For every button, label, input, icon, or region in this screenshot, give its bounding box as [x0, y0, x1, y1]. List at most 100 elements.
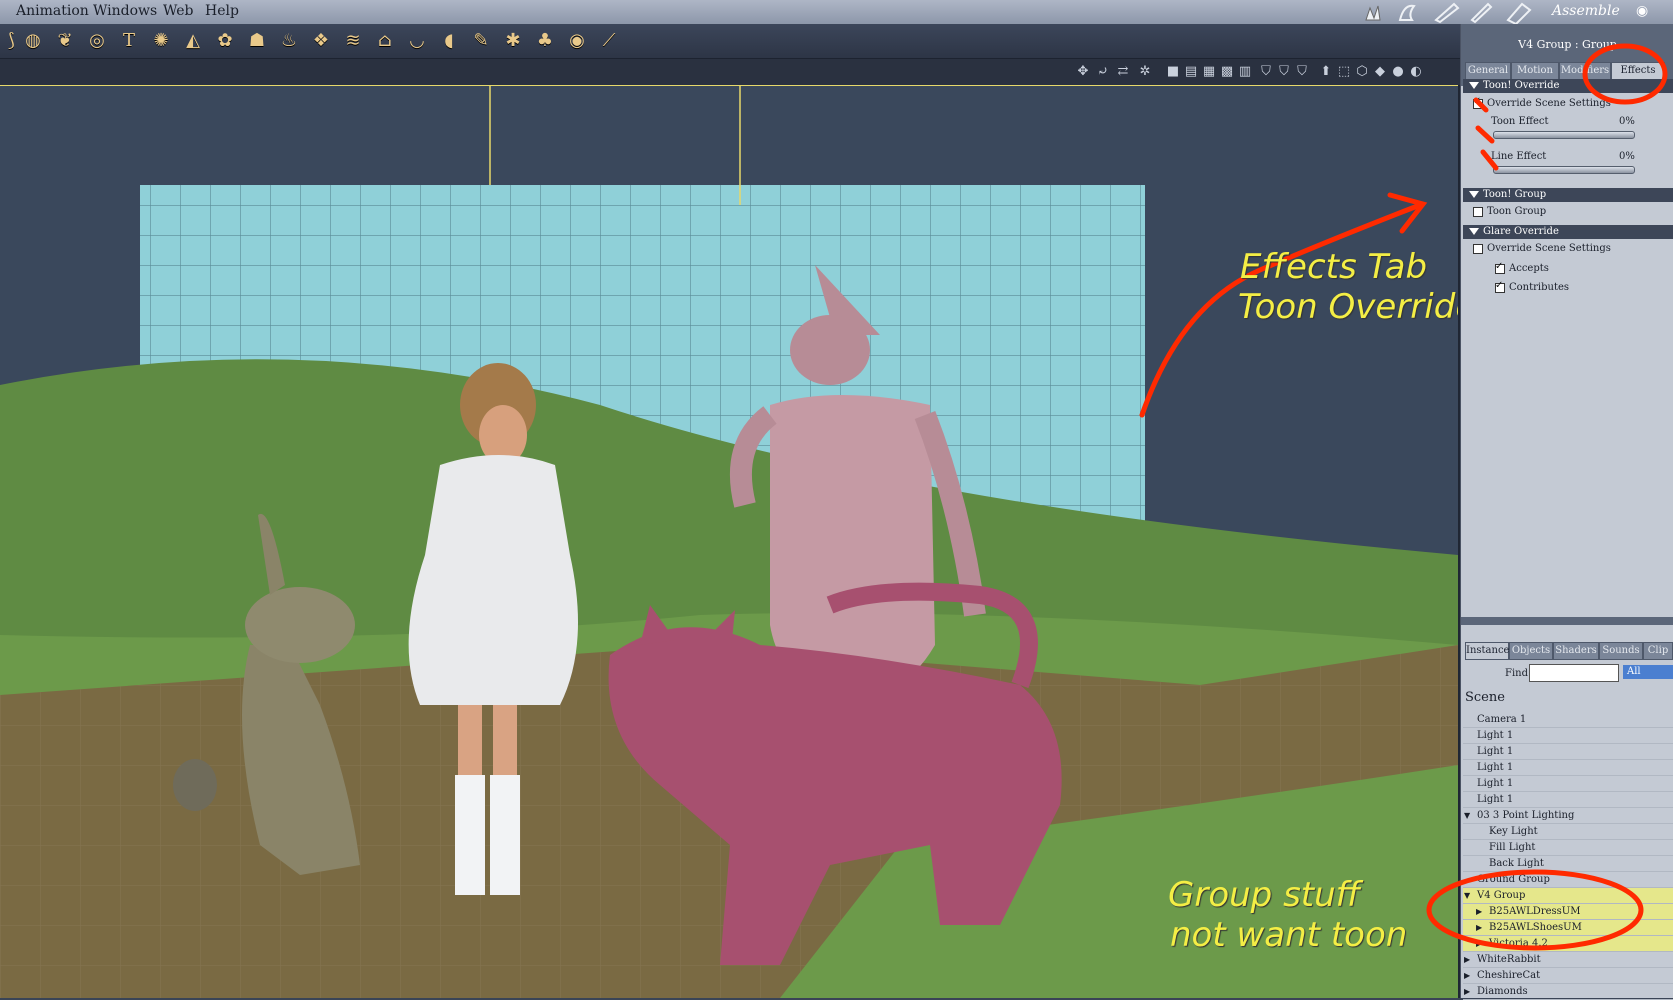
expand-closed-icon[interactable]: ▶ — [1464, 968, 1470, 983]
layout-side-icon[interactable]: ▥ — [1237, 64, 1253, 80]
tab-sounds[interactable]: Sounds — [1599, 642, 1643, 660]
tree-row[interactable]: Ground Group — [1463, 872, 1673, 888]
tree-row[interactable]: Light 1 — [1463, 744, 1673, 760]
tab-shaders[interactable]: Shaders — [1553, 642, 1599, 660]
solid-cube-icon[interactable]: ◆ — [1372, 64, 1388, 80]
3d-viewport[interactable]: Effects Tab Toon Override Group stuff no… — [0, 85, 1460, 998]
menu-web[interactable]: Web — [163, 3, 194, 19]
tab-instances[interactable]: Instances — [1465, 642, 1515, 660]
house-icon[interactable]: ⌂ — [374, 30, 396, 52]
contributes-checkbox[interactable] — [1495, 279, 1505, 293]
tree-row[interactable]: Light 1 — [1463, 792, 1673, 808]
smooth-sphere-icon[interactable]: ● — [1390, 64, 1406, 80]
expand-closed-icon[interactable]: ▶ — [1464, 952, 1470, 967]
tab-general[interactable]: General — [1465, 62, 1511, 80]
torus-icon[interactable]: ◎ — [86, 30, 108, 52]
contributes-row[interactable]: Contributes — [1495, 279, 1569, 295]
flame-icon[interactable]: ♨ — [278, 30, 300, 52]
tree-row[interactable]: Light 1 — [1463, 728, 1673, 744]
bone-icon[interactable]: ⟋ — [598, 30, 620, 52]
toon-override-header[interactable]: Toon! Override — [1463, 79, 1673, 93]
find-input[interactable] — [1529, 664, 1619, 682]
expand-open-icon[interactable]: ▼ — [1464, 808, 1470, 823]
camera-rotate-icon[interactable]: ⤾ — [1095, 64, 1111, 80]
tree-row[interactable]: ▶ B25AWLShoesUM — [1463, 920, 1673, 936]
layout-quad-icon[interactable]: ▦ — [1201, 64, 1217, 80]
tree-row[interactable]: Key Light — [1463, 824, 1673, 840]
tree-row[interactable]: Fill Light — [1463, 840, 1673, 856]
accepts-checkbox[interactable] — [1495, 260, 1505, 274]
line-effect-slider[interactable] — [1493, 166, 1635, 174]
duck-icon[interactable]: ❦ — [54, 30, 76, 52]
sphere-icon[interactable]: ◍ — [22, 30, 44, 52]
plant-icon[interactable]: ✿ — [214, 30, 236, 52]
tree-row[interactable]: ▶ B25AWLDressUM — [1463, 904, 1673, 920]
textured-sphere-icon[interactable]: ◐ — [1408, 64, 1424, 80]
glare-override-header[interactable]: Glare Override — [1463, 225, 1673, 239]
tree-row[interactable]: Camera 1 — [1463, 712, 1673, 728]
layout-split-icon[interactable]: ▤ — [1183, 64, 1199, 80]
toon-group-row[interactable]: Toon Group — [1473, 205, 1546, 219]
menu-animation[interactable]: Animation — [16, 3, 89, 19]
spider-icon[interactable]: ✱ — [502, 30, 524, 52]
expand-closed-icon[interactable]: ▶ — [1476, 904, 1482, 919]
toon-group-header[interactable]: Toon! Group — [1463, 188, 1673, 202]
gear-icon[interactable]: ✺ — [150, 30, 172, 52]
toon-override-scene-settings-row[interactable]: Override Scene Settings — [1473, 95, 1611, 111]
brush-room-icon[interactable] — [1470, 2, 1493, 24]
tree-row[interactable]: ▶ CheshireCat — [1463, 968, 1673, 984]
expand-closed-icon[interactable]: ▶ — [1476, 936, 1482, 951]
expand-open-icon[interactable]: ▼ — [1464, 888, 1470, 903]
camera-move-icon[interactable]: ✥ — [1075, 64, 1091, 80]
shield-2-icon[interactable]: ⛉ — [1276, 64, 1292, 80]
tab-modifiers[interactable]: Modifiers — [1559, 62, 1611, 80]
ruler-room-icon[interactable] — [1506, 2, 1532, 24]
brush-icon[interactable]: ✎ — [470, 30, 492, 52]
toon-group-checkbox[interactable] — [1473, 206, 1483, 217]
toolbar-edge-icon[interactable]: ⟆ — [0, 30, 22, 52]
panel-splitter[interactable] — [1461, 617, 1673, 625]
hat-icon[interactable]: ☗ — [246, 30, 268, 52]
arrow-up-icon[interactable]: ⬆ — [1318, 64, 1334, 80]
tree-row[interactable]: Light 1 — [1463, 776, 1673, 792]
eye-icon[interactable]: ◉ — [1636, 3, 1648, 19]
layout-grid-icon[interactable]: ▩ — [1219, 64, 1235, 80]
target-icon[interactable]: ◉ — [566, 30, 588, 52]
gizmo-icon[interactable]: ✲ — [1137, 64, 1153, 80]
tab-clip[interactable]: Clip — [1643, 642, 1673, 660]
layout-single-icon[interactable]: ■ — [1165, 64, 1181, 80]
bounding-box-icon[interactable]: ⬚ — [1336, 64, 1352, 80]
tree-row[interactable]: Light 1 — [1463, 760, 1673, 776]
menu-help[interactable]: Help — [205, 3, 239, 19]
expand-closed-icon[interactable]: ▶ — [1464, 984, 1470, 999]
hand-room-icon[interactable] — [1365, 5, 1381, 21]
glare-override-checkbox[interactable] — [1473, 243, 1483, 254]
filter-select[interactable]: All — [1623, 665, 1673, 679]
bowl-icon[interactable]: ◡ — [406, 30, 428, 52]
tree-row[interactable]: Back Light — [1463, 856, 1673, 872]
toon-override-checkbox[interactable] — [1473, 95, 1483, 109]
water-icon[interactable]: ≋ — [342, 30, 364, 52]
glare-override-scene-settings-row[interactable]: Override Scene Settings — [1473, 242, 1611, 256]
accepts-row[interactable]: Accepts — [1495, 260, 1549, 276]
tree-row[interactable]: ▼ V4 Group — [1463, 888, 1673, 904]
tab-objects[interactable]: Objects — [1509, 642, 1553, 660]
menu-windows[interactable]: Windows — [93, 3, 157, 19]
toon-effect-slider[interactable] — [1493, 131, 1635, 139]
tree-icon[interactable]: ♣ — [534, 30, 556, 52]
text-t-icon[interactable]: T — [118, 30, 140, 52]
shield-3-icon[interactable]: ⛉ — [1294, 64, 1310, 80]
tree-row[interactable]: ▶ WhiteRabbit — [1463, 952, 1673, 968]
rocks-icon[interactable]: ❖ — [310, 30, 332, 52]
foot-room-icon[interactable] — [1398, 4, 1416, 21]
tab-effects[interactable]: Effects — [1611, 62, 1665, 80]
expand-closed-icon[interactable]: ▶ — [1476, 920, 1482, 935]
tree-row[interactable]: ▼ 03 3 Point Lighting — [1463, 808, 1673, 824]
shield-1-icon[interactable]: ⛉ — [1258, 64, 1274, 80]
terrain-icon[interactable]: ◭ — [182, 30, 204, 52]
wire-cube-icon[interactable]: ⬡ — [1354, 64, 1370, 80]
pencil-room-icon[interactable] — [1434, 2, 1460, 24]
shoe-icon[interactable]: ◖ — [438, 30, 460, 52]
tree-row[interactable]: ▶ Victoria 4.2 — [1463, 936, 1673, 952]
tab-motion[interactable]: Motion — [1511, 62, 1559, 80]
